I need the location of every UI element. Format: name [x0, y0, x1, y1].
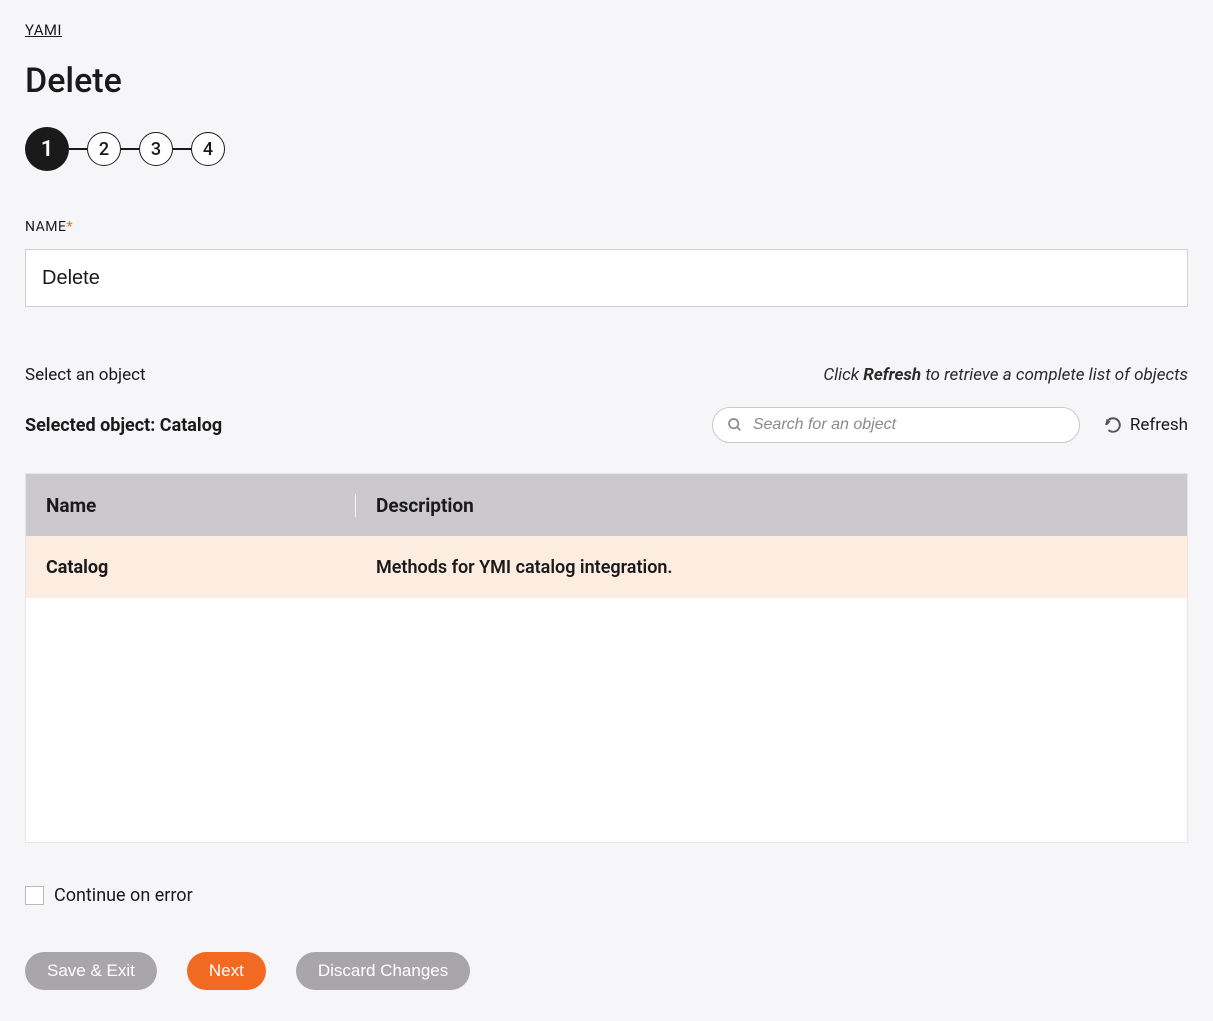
step-connector: [69, 148, 87, 150]
header-name[interactable]: Name: [26, 494, 356, 517]
discard-changes-button[interactable]: Discard Changes: [296, 952, 470, 990]
row-description: Methods for YMI catalog integration.: [356, 557, 1187, 578]
select-object-label: Select an object: [25, 365, 146, 385]
page-title: Delete: [25, 61, 1188, 101]
object-table: Name Description Catalog Methods for YMI…: [25, 473, 1188, 843]
continue-on-error-checkbox[interactable]: [25, 886, 44, 905]
step-4[interactable]: 4: [191, 132, 225, 166]
step-2[interactable]: 2: [87, 132, 121, 166]
step-connector: [121, 148, 139, 150]
breadcrumb-link[interactable]: YAMI: [25, 21, 62, 39]
refresh-button[interactable]: Refresh: [1104, 415, 1188, 435]
step-connector: [173, 148, 191, 150]
name-field-label: NAME*: [25, 219, 1188, 235]
table-header: Name Description: [26, 474, 1187, 536]
search-icon: [727, 417, 743, 433]
header-description[interactable]: Description: [356, 494, 1187, 517]
search-wrapper: [712, 407, 1080, 443]
search-input[interactable]: [753, 416, 1065, 434]
step-3[interactable]: 3: [139, 132, 173, 166]
refresh-icon: [1104, 416, 1122, 434]
table-row[interactable]: Catalog Methods for YMI catalog integrat…: [26, 536, 1187, 598]
refresh-label: Refresh: [1130, 415, 1188, 435]
row-name: Catalog: [26, 557, 356, 578]
save-exit-button[interactable]: Save & Exit: [25, 952, 157, 990]
step-1[interactable]: 1: [25, 127, 69, 171]
continue-on-error-label: Continue on error: [54, 885, 193, 906]
selected-object-text: Selected object: Catalog: [25, 415, 222, 436]
stepper: 1 2 3 4: [25, 127, 1188, 171]
refresh-hint: Click Refresh to retrieve a complete lis…: [823, 365, 1188, 385]
name-input[interactable]: [25, 249, 1188, 307]
next-button[interactable]: Next: [187, 952, 266, 990]
required-asterisk: *: [66, 219, 73, 235]
